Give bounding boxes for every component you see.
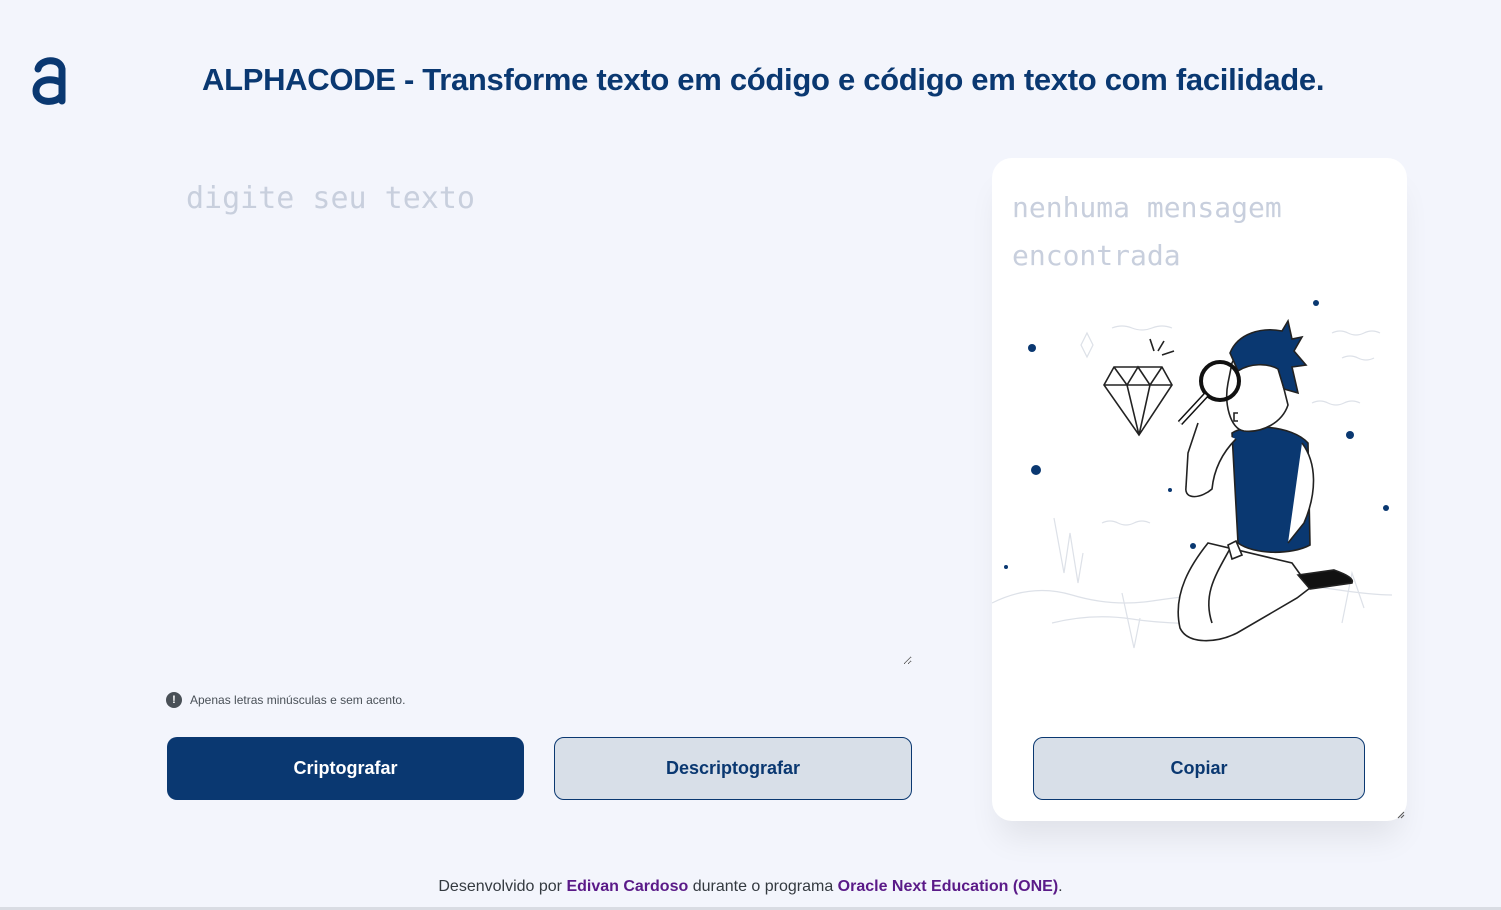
encrypt-button[interactable]: Criptografar	[167, 737, 524, 800]
hint-text: Apenas letras minúsculas e sem acento.	[190, 693, 406, 707]
input-hint: ! Apenas letras minúsculas e sem acento.	[166, 692, 405, 708]
footer-suffix: .	[1058, 878, 1063, 895]
decrypt-button[interactable]: Descriptografar	[554, 737, 912, 800]
footer-middle: durante o programa	[688, 878, 838, 895]
person-with-magnifier-diamond-illustration	[992, 300, 1393, 649]
output-panel: nenhuma mensagem encontrada Copiar	[992, 158, 1407, 821]
page-title: ALPHACODE - Transforme texto em código e…	[202, 62, 1325, 97]
text-input[interactable]	[180, 175, 912, 665]
output-empty-message: nenhuma mensagem encontrada	[1012, 191, 1282, 272]
resize-grip-icon[interactable]	[1397, 811, 1405, 819]
alphacode-logo-icon	[32, 57, 66, 105]
footer-program-link[interactable]: Oracle Next Education (ONE)	[838, 878, 1059, 895]
copy-button[interactable]: Copiar	[1033, 737, 1365, 800]
exclamation-circle-icon: !	[166, 692, 182, 708]
footer: Desenvolvido por Edivan Cardoso durante …	[0, 878, 1501, 896]
footer-author-link[interactable]: Edivan Cardoso	[566, 878, 688, 895]
footer-prefix: Desenvolvido por	[438, 878, 567, 895]
